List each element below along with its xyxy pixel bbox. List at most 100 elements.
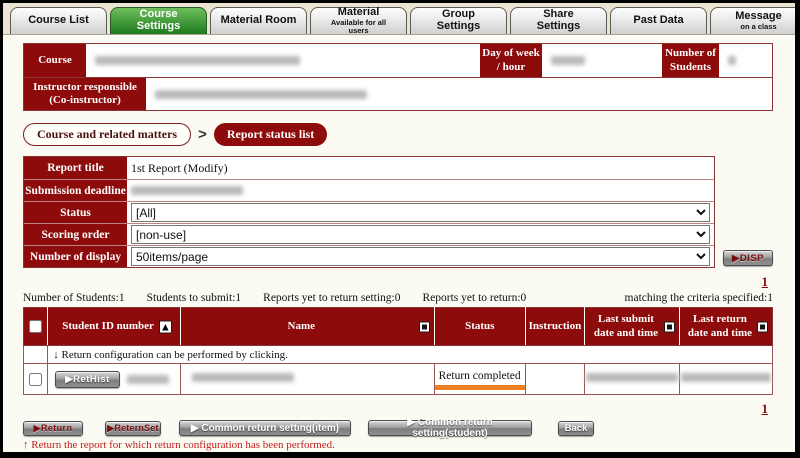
filter-row-display: Number of display 50items/page xyxy=(24,245,714,267)
tab-label: Course Settings xyxy=(120,9,197,32)
select-all-checkbox[interactable] xyxy=(29,320,42,333)
instructor-value xyxy=(146,78,772,110)
header-instruction: Instruction xyxy=(525,308,584,346)
tab-group-settings[interactable]: Group Settings xyxy=(410,7,507,34)
header-select-all-cell xyxy=(24,308,48,346)
filter-table: Report title 1st Report (Modify) Submiss… xyxy=(23,156,715,268)
course-label: Course xyxy=(24,44,86,77)
scoring-value-cell: [non-use] xyxy=(127,224,714,245)
page-1-link-top[interactable]: 1 xyxy=(762,274,769,289)
page-content: Course Day of week / hour Number of Stud… xyxy=(3,35,795,451)
report-title-value: 1st Report (Modify) xyxy=(127,157,714,179)
tab-message[interactable]: Message on a class xyxy=(710,7,800,34)
filter-row-status: Status [All] xyxy=(24,201,714,223)
column-select-icon[interactable] xyxy=(757,321,768,332)
status-label: Status xyxy=(24,202,127,223)
tab-material[interactable]: Material Available for all users xyxy=(310,7,407,34)
pagination-bottom: 1 xyxy=(23,400,773,418)
student-name-cell xyxy=(180,364,434,395)
tab-past-data[interactable]: Past Data xyxy=(610,7,707,34)
header-status-label: Status xyxy=(465,320,494,332)
return-button[interactable]: ▶Return xyxy=(23,421,83,436)
redacted-instructor xyxy=(155,90,367,99)
scoring-order-label: Scoring order xyxy=(24,224,127,245)
redacted-submit-date xyxy=(586,373,678,382)
instruction-cell xyxy=(525,364,584,395)
page-1-link-bottom[interactable]: 1 xyxy=(762,401,769,416)
tab-label: Share Settings xyxy=(520,9,597,32)
tab-bar: Course List Course Settings Material Roo… xyxy=(3,3,795,35)
tab-share-settings[interactable]: Share Settings xyxy=(510,7,607,34)
header-instruction-label: Instruction xyxy=(529,320,582,332)
action-bar: ▶Return ▶ReternSet ▶ Common return setti… xyxy=(23,420,773,436)
tab-label: Course List xyxy=(28,15,89,27)
header-last-return-label: Last return date and time xyxy=(688,313,752,339)
table-note-row: ↓ Return configuration can be performed … xyxy=(24,346,773,364)
redacted-day xyxy=(551,56,585,65)
tab-sublabel: Available for all users xyxy=(320,19,397,35)
tab-label: Group Settings xyxy=(420,9,497,32)
status-select[interactable]: [All] xyxy=(131,203,710,222)
chevron-right-icon: > xyxy=(198,126,207,143)
column-select-icon[interactable] xyxy=(664,321,675,332)
tab-material-room[interactable]: Material Room xyxy=(210,7,307,34)
num-students-value xyxy=(719,44,772,77)
stat-yet-return-setting: Reports yet to return setting:0 xyxy=(263,292,400,304)
stat-number-of-students: Number of Students:1 xyxy=(23,292,125,304)
header-last-return: Last return date and time xyxy=(679,308,772,346)
stats-line: Number of Students:1 Students to submit:… xyxy=(23,292,773,304)
column-select-icon[interactable] xyxy=(419,321,430,332)
redacted-return-date xyxy=(681,373,771,382)
course-value xyxy=(86,44,480,77)
common-return-setting-item-button[interactable]: ▶ Common return setting(item) xyxy=(179,420,351,436)
header-status: Status xyxy=(434,308,525,346)
header-name: Name xyxy=(180,308,434,346)
return-config-note: ↓ Return configuration can be performed … xyxy=(48,346,773,364)
num-students-label: Number of Students xyxy=(662,44,719,77)
day-of-week-label: Day of week / hour xyxy=(480,44,542,77)
header-student-id: Student ID number ▲ xyxy=(48,308,181,346)
day-of-week-value xyxy=(542,44,662,77)
number-of-display-label: Number of display xyxy=(24,246,127,267)
redacted-course-name xyxy=(95,56,300,65)
header-last-submit: Last submit date and time xyxy=(584,308,679,346)
last-return-cell xyxy=(679,364,772,395)
last-submit-cell xyxy=(584,364,679,395)
row-select-cell xyxy=(24,364,48,395)
table-row: ▶RetHist Return completed xyxy=(24,364,773,395)
status-value: Return completed xyxy=(435,368,525,382)
common-return-setting-student-button[interactable]: ▶ Common return setting(student) xyxy=(368,420,532,436)
scoring-order-select[interactable]: [non-use] xyxy=(131,225,710,244)
redacted-count xyxy=(728,56,736,65)
deadline-label: Submission deadline xyxy=(24,180,127,201)
instructor-label: Instructor responsible (Co-instructor) xyxy=(24,78,146,110)
sort-ascending-icon[interactable]: ▲ xyxy=(159,320,172,333)
redacted-student-name xyxy=(192,373,294,382)
breadcrumb: Course and related matters > Report stat… xyxy=(23,123,773,146)
filter-row-scoring: Scoring order [non-use] xyxy=(24,223,714,245)
rethist-button[interactable]: ▶RetHist xyxy=(55,371,120,388)
filter-section: Report title 1st Report (Modify) Submiss… xyxy=(23,156,773,268)
student-id-cell: ▶RetHist xyxy=(48,364,181,395)
app-window: Course List Course Settings Material Roo… xyxy=(0,0,800,458)
stat-matching-criteria: matching the criteria specified:1 xyxy=(625,292,773,304)
retern-set-button[interactable]: ▶ReternSet xyxy=(105,421,161,436)
disp-button[interactable]: ▶DISP xyxy=(723,250,773,266)
display-value-cell: 50items/page xyxy=(127,246,714,267)
report-status-table: Student ID number ▲ Name Status Instruct… xyxy=(23,307,773,395)
course-info-row-1: Course Day of week / hour Number of Stud… xyxy=(24,44,772,77)
redacted-student-id xyxy=(127,375,169,384)
back-button[interactable]: Back xyxy=(558,421,594,436)
report-title-label: Report title xyxy=(24,157,127,179)
status-cell[interactable]: Return completed xyxy=(434,364,525,395)
filter-row-deadline: Submission deadline xyxy=(24,179,714,201)
header-name-label: Name xyxy=(288,320,316,332)
stat-yet-return: Reports yet to return:0 xyxy=(423,292,527,304)
row-checkbox[interactable] xyxy=(29,373,42,386)
pagination-top: 1 xyxy=(23,273,773,291)
breadcrumb-parent-button[interactable]: Course and related matters xyxy=(23,123,191,146)
tab-course-settings[interactable]: Course Settings xyxy=(110,7,207,34)
note-row-empty-cell xyxy=(24,346,48,364)
tab-course-list[interactable]: Course List xyxy=(10,7,107,34)
number-of-display-select[interactable]: 50items/page xyxy=(131,247,710,266)
